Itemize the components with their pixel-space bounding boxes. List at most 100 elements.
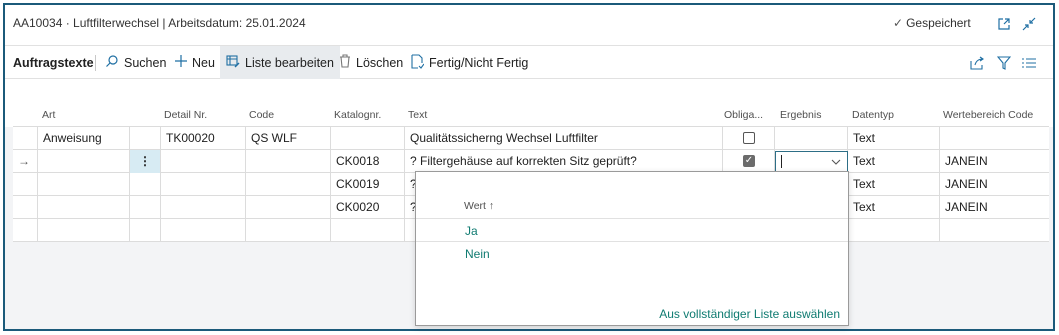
title-bar: AA10034 · Luftfilterwechsel | Arbeitsdat…: [5, 5, 1053, 45]
document-check-icon: [411, 53, 425, 72]
cell-wertebereich[interactable]: [940, 127, 1049, 150]
cell-detail[interactable]: TK00020: [161, 127, 246, 150]
cell-art[interactable]: [38, 173, 130, 196]
cell-text[interactable]: Qualitätssicherng Wechsel Luftfilter: [405, 127, 723, 150]
plus-icon: [175, 55, 187, 70]
cell-ergebnis[interactable]: [775, 127, 848, 150]
column-header-wertebereich[interactable]: Wertebereich Code: [943, 109, 1033, 121]
cell-code[interactable]: [246, 196, 331, 219]
table-row[interactable]: Anweisung TK00020 QS WLF Qualitätssicher…: [13, 127, 1049, 150]
data-grid: Anweisung TK00020 QS WLF Qualitätssicher…: [13, 126, 1049, 242]
cell-art[interactable]: [38, 150, 130, 173]
cell-art[interactable]: [38, 219, 130, 242]
cell-obligatorisch: [723, 127, 775, 150]
cell-wertebereich[interactable]: JANEIN: [940, 173, 1049, 196]
cell-datentyp[interactable]: [848, 219, 940, 242]
column-header-art[interactable]: Art: [42, 109, 55, 121]
lookup-option-nein[interactable]: Nein: [465, 247, 490, 261]
save-status-label: Gespeichert: [906, 16, 971, 30]
obligatorisch-checkbox-checked[interactable]: ✓: [743, 155, 755, 167]
action-bar: Auftragstexte Suchen Neu Liste bearbeite…: [5, 45, 1053, 79]
lookup-column-header[interactable]: Wert ↑: [464, 200, 494, 212]
row-indicator-cell: [13, 219, 38, 242]
save-status: ✓ Gespeichert: [893, 16, 971, 30]
row-indicator-cell: [13, 196, 38, 219]
edit-list-label: Liste bearbeiten: [245, 55, 334, 70]
cell-text[interactable]: ? Filtergehäuse auf korrekten Sitz geprü…: [405, 150, 723, 173]
open-new-window-icon[interactable]: [995, 15, 1013, 33]
cell-katalog[interactable]: [331, 127, 405, 150]
lookup-option-ja[interactable]: Ja: [465, 224, 478, 238]
search-icon: [105, 54, 119, 71]
cell-code[interactable]: [246, 219, 331, 242]
column-header-code[interactable]: Code: [249, 109, 274, 121]
cell-katalog[interactable]: CK0020: [331, 196, 405, 219]
cell-datentyp[interactable]: Text: [848, 173, 940, 196]
cell-code[interactable]: [246, 173, 331, 196]
search-label: Suchen: [124, 55, 167, 70]
row-menu-cell: [130, 219, 161, 242]
divider: [416, 241, 848, 242]
text-cursor: [781, 155, 782, 168]
row-indicator-cell: [13, 173, 38, 196]
done-toggle-label: Fertig/Nicht Fertig: [429, 55, 529, 70]
row-indicator-cell: [13, 127, 38, 150]
cell-detail[interactable]: [161, 219, 246, 242]
ergebnis-dropdown-input[interactable]: [775, 151, 848, 172]
cell-detail[interactable]: [161, 173, 246, 196]
row-menu-cell: [130, 173, 161, 196]
collapse-icon[interactable]: [1020, 15, 1038, 33]
column-header-text[interactable]: Text: [408, 109, 427, 121]
cell-wertebereich[interactable]: JANEIN: [940, 150, 1049, 173]
column-header-ergebnis[interactable]: Ergebnis: [780, 109, 821, 121]
app-window: AA10034 · Luftfilterwechsel | Arbeitsdat…: [3, 3, 1055, 331]
column-header-detail[interactable]: Detail Nr.: [164, 109, 207, 121]
done-toggle-button[interactable]: Fertig/Nicht Fertig: [405, 46, 534, 79]
tab-auftragstexte[interactable]: Auftragstexte: [7, 46, 100, 79]
cell-katalog[interactable]: CK0019: [331, 173, 405, 196]
cell-art[interactable]: [38, 196, 130, 219]
cell-datentyp[interactable]: Text: [848, 127, 940, 150]
row-menu-cell: [130, 127, 161, 150]
share-icon[interactable]: [968, 54, 986, 72]
cell-detail[interactable]: [161, 196, 246, 219]
cell-code[interactable]: [246, 150, 331, 173]
row-arrow-icon: →: [13, 150, 38, 173]
cell-datentyp[interactable]: Text: [848, 150, 940, 173]
cell-code[interactable]: QS WLF: [246, 127, 331, 150]
table-row-active[interactable]: → ⋮ CK0018 ? Filtergehäuse auf korrekten…: [13, 150, 1049, 173]
cell-obligatorisch: ✓: [723, 150, 775, 173]
grid-header: Art Detail Nr. Code Katalognr. Text Obli…: [5, 80, 1053, 127]
cell-wertebereich[interactable]: JANEIN: [940, 196, 1049, 219]
edit-list-icon: [226, 54, 240, 71]
new-label: Neu: [192, 55, 215, 70]
select-from-full-list-link[interactable]: Aus vollständiger Liste auswählen: [659, 307, 840, 321]
column-header-datentyp[interactable]: Datentyp: [852, 109, 894, 121]
delete-button[interactable]: Löschen: [333, 46, 409, 79]
list-view-icon[interactable]: [1020, 54, 1038, 72]
row-menu-cell: [130, 196, 161, 219]
divider: [95, 55, 96, 71]
cell-katalog[interactable]: [331, 219, 405, 242]
edit-list-button[interactable]: Liste bearbeiten: [220, 46, 340, 79]
cell-katalog[interactable]: CK0018: [331, 150, 405, 173]
chevron-down-icon[interactable]: [831, 158, 841, 166]
trash-icon: [339, 54, 351, 71]
check-icon: ✓: [893, 16, 904, 30]
filter-icon[interactable]: [995, 54, 1013, 72]
cell-detail[interactable]: [161, 150, 246, 173]
cell-wertebereich[interactable]: [940, 219, 1049, 242]
delete-label: Löschen: [356, 55, 404, 70]
new-button[interactable]: Neu: [169, 46, 221, 79]
row-menu-icon[interactable]: ⋮: [130, 150, 161, 173]
cell-datentyp[interactable]: Text: [848, 196, 940, 219]
column-header-obligatorisch[interactable]: Obliga...: [724, 109, 763, 121]
ergebnis-lookup-dropdown: Wert ↑ Ja Nein Aus vollständiger Liste a…: [415, 171, 849, 326]
column-header-katalog[interactable]: Katalognr.: [334, 109, 381, 121]
obligatorisch-checkbox[interactable]: [743, 132, 755, 144]
search-button[interactable]: Suchen: [99, 46, 172, 79]
cell-art[interactable]: Anweisung: [38, 127, 130, 150]
page-title: AA10034 · Luftfilterwechsel | Arbeitsdat…: [13, 16, 306, 30]
cell-ergebnis: [775, 150, 848, 173]
divider: [416, 218, 848, 219]
